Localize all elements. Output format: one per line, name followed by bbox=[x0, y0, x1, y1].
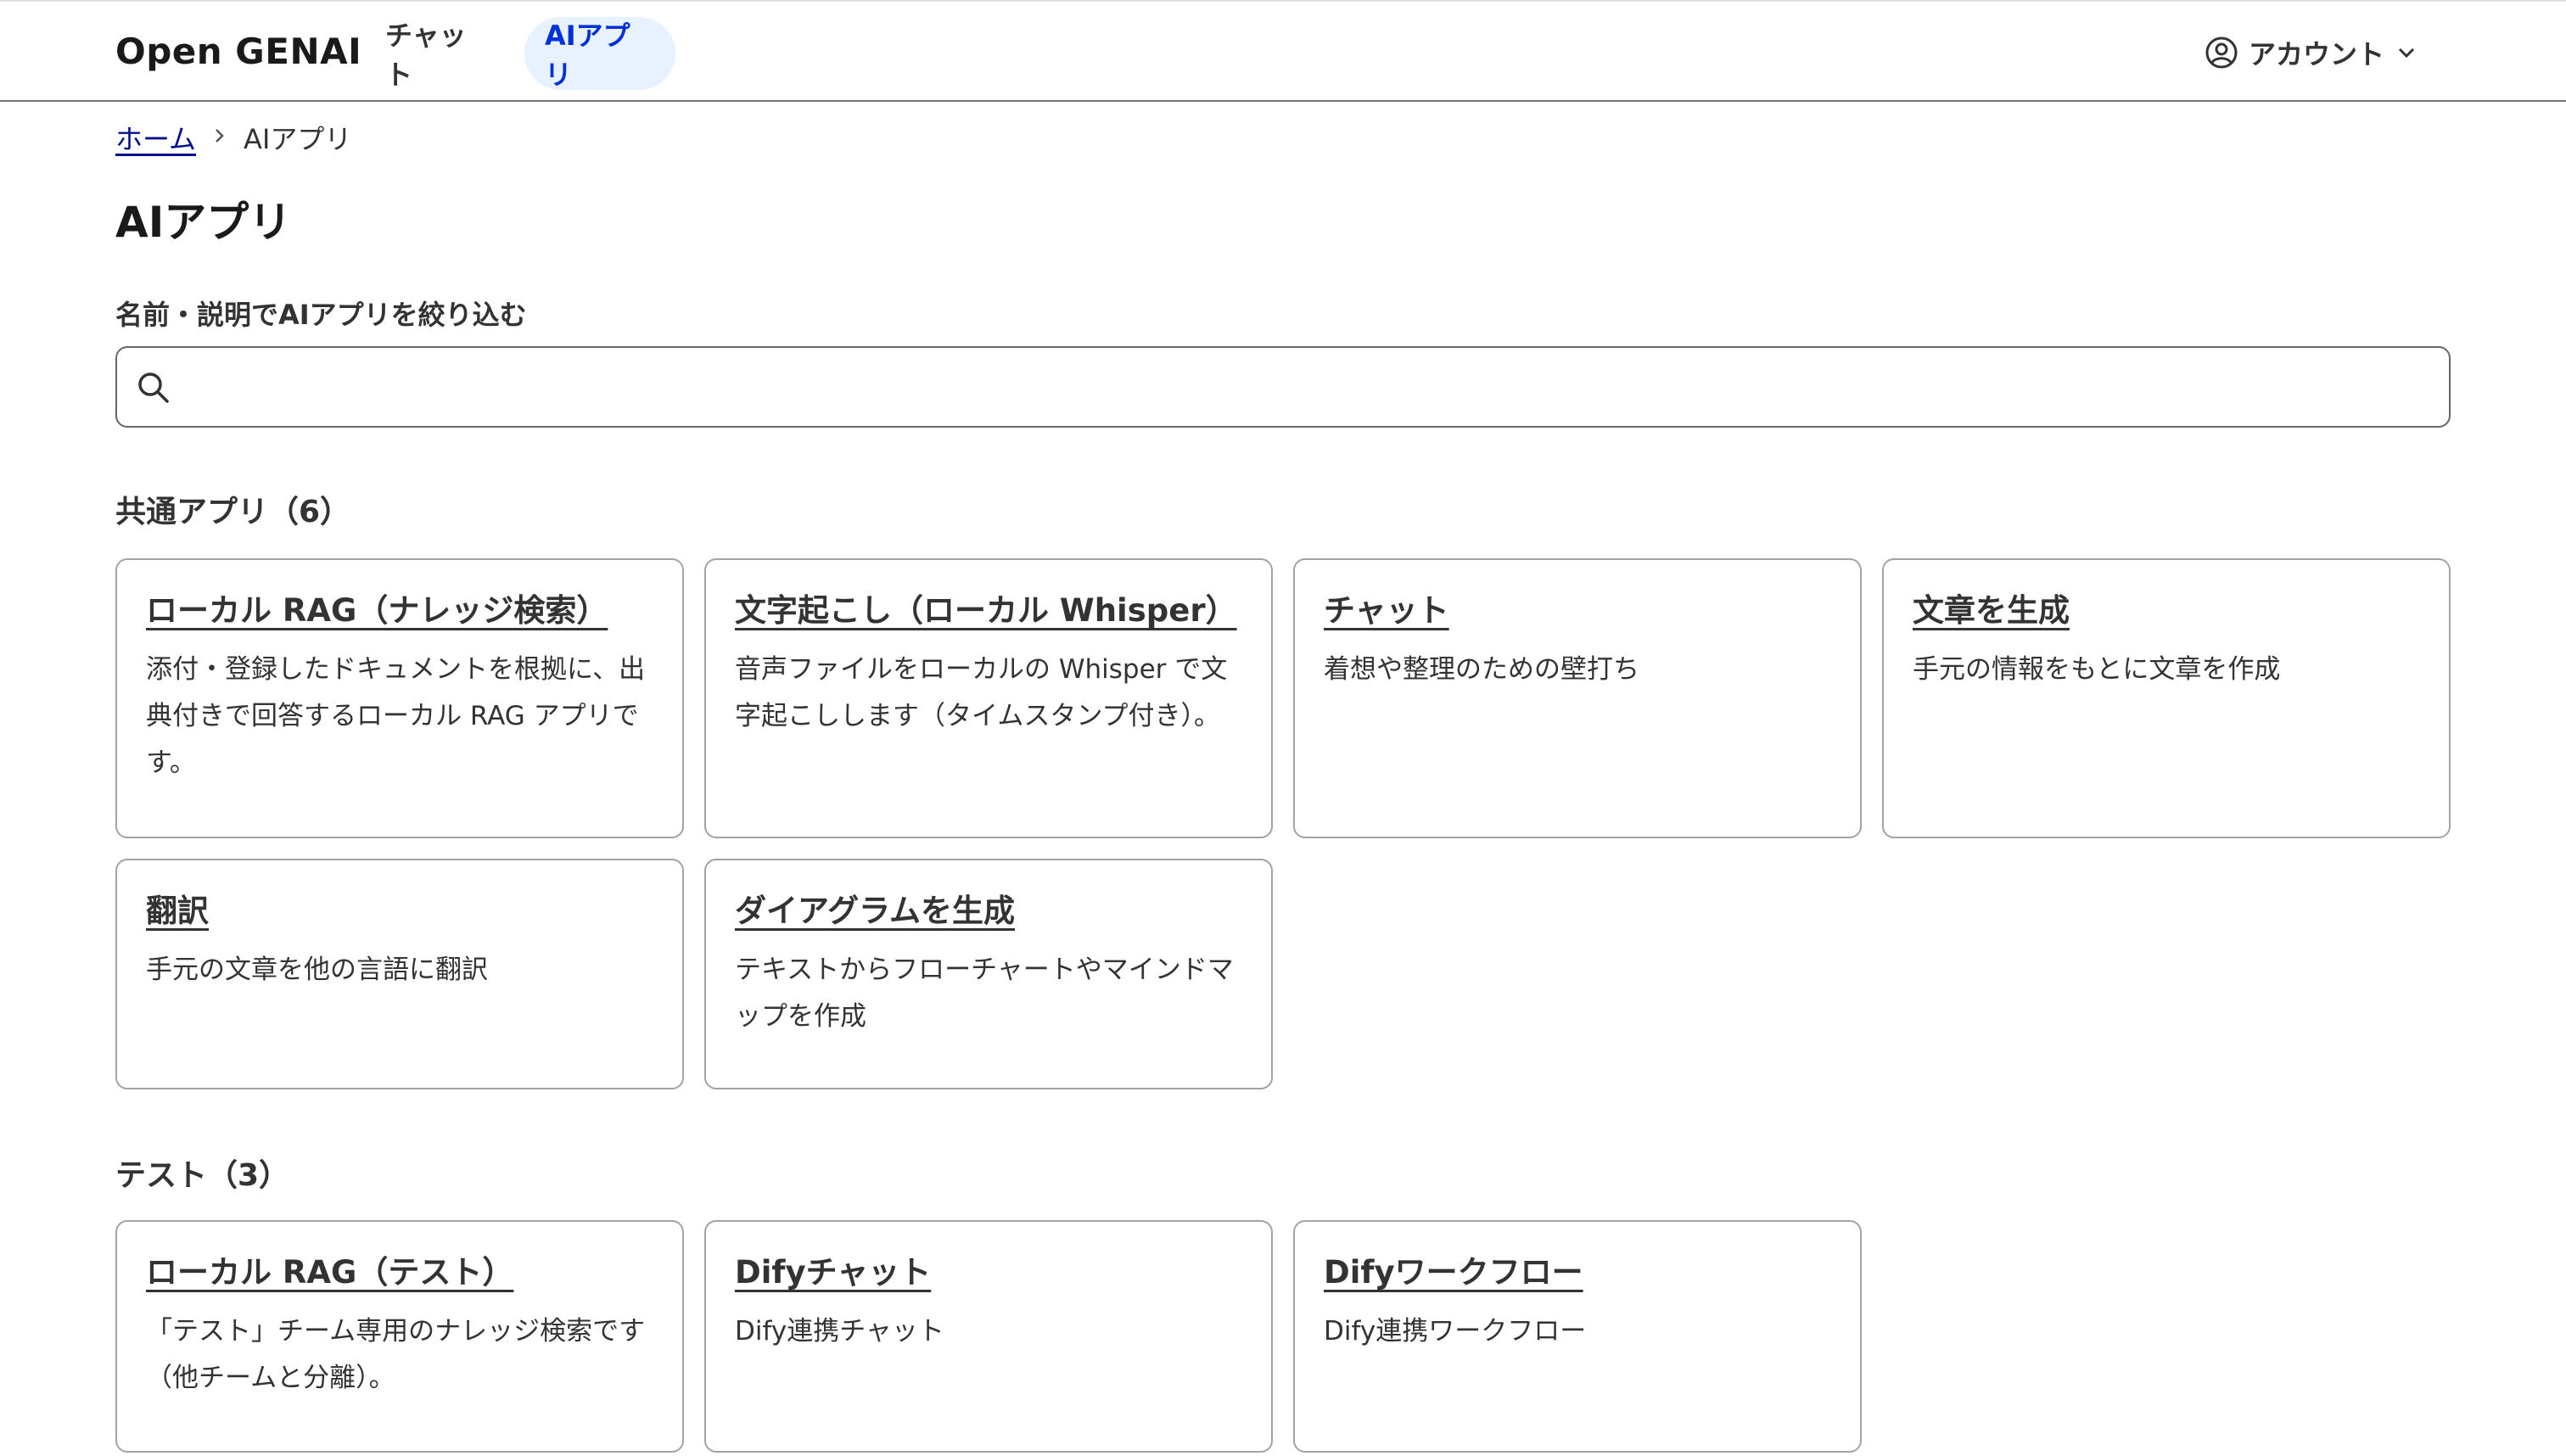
account-menu-button[interactable]: アカウント bbox=[2205, 32, 2418, 73]
app-card-local-rag[interactable]: ローカル RAG（ナレッジ検索） 添付・登録したドキュメントを根拠に、出典付きで… bbox=[115, 558, 684, 838]
chevron-right-icon bbox=[211, 124, 228, 152]
app-card-description: 音声ファイルをローカルの Whisper で文字起こしします（タイムスタンプ付き… bbox=[735, 654, 1228, 732]
app-card-description: 手元の文章を他の言語に翻訳 bbox=[146, 955, 488, 986]
app-card-description: テキストからフローチャートやマインドマップを作成 bbox=[735, 955, 1234, 1033]
nav-ai-apps[interactable]: AIアプリ bbox=[524, 17, 675, 91]
app-card-title[interactable]: 文章を生成 bbox=[1913, 591, 2070, 631]
app-logo[interactable]: Open GENAI bbox=[115, 31, 361, 72]
search-box[interactable] bbox=[115, 346, 2451, 428]
app-card-translate[interactable]: 翻訳 手元の文章を他の言語に翻訳 bbox=[115, 859, 684, 1089]
app-card-chat[interactable]: チャット 着想や整理のための壁打ち bbox=[1293, 558, 1862, 838]
app-card-title[interactable]: 翻訳 bbox=[146, 891, 209, 932]
app-card-description: Dify連携チャット bbox=[735, 1316, 944, 1347]
account-label: アカウント bbox=[2249, 38, 2385, 70]
search-icon bbox=[136, 370, 171, 409]
app-card-title[interactable]: ローカル RAG（テスト） bbox=[146, 1252, 513, 1293]
top-header: Open GENAI チャット AIアプリ アカウント bbox=[0, 0, 2566, 102]
app-card-title[interactable]: チャット bbox=[1324, 591, 1449, 631]
app-card-transcription[interactable]: 文字起こし（ローカル Whisper） 音声ファイルをローカルの Whisper… bbox=[704, 558, 1273, 838]
app-card-description: 着想や整理のための壁打ち bbox=[1324, 654, 1639, 686]
chevron-down-icon bbox=[2395, 41, 2418, 64]
search-input[interactable] bbox=[185, 356, 2425, 417]
app-card-dify-workflow[interactable]: Difyワークフロー Dify連携ワークフロー bbox=[1293, 1220, 1862, 1453]
app-card-description: 添付・登録したドキュメントを根拠に、出典付きで回答するローカル RAG アプリで… bbox=[146, 654, 646, 779]
app-card-local-rag-test[interactable]: ローカル RAG（テスト） 「テスト」チーム専用のナレッジ検索です（他チームと分… bbox=[115, 1220, 684, 1453]
breadcrumb-home-link[interactable]: ホーム bbox=[115, 118, 196, 157]
section-title-common: 共通アプリ（6） bbox=[115, 495, 351, 529]
app-card-description: 「テスト」チーム専用のナレッジ検索です（他チームと分離）。 bbox=[146, 1316, 646, 1394]
filter-label: 名前・説明でAIアプリを絞り込む bbox=[115, 299, 527, 331]
app-card-title[interactable]: Difyチャット bbox=[735, 1252, 931, 1293]
section-title-test: テスト（3） bbox=[115, 1158, 290, 1193]
app-card-title[interactable]: ダイアグラムを生成 bbox=[735, 891, 1015, 932]
app-card-title[interactable]: ローカル RAG（ナレッジ検索） bbox=[146, 591, 608, 631]
breadcrumb: ホーム AIアプリ bbox=[115, 119, 351, 156]
app-card-description: Dify連携ワークフロー bbox=[1324, 1316, 1587, 1347]
app-card-title[interactable]: Difyワークフロー bbox=[1324, 1252, 1583, 1293]
breadcrumb-current: AIアプリ bbox=[244, 123, 352, 155]
nav-chat[interactable]: チャット bbox=[365, 17, 511, 91]
app-card-description: 手元の情報をもとに文章を作成 bbox=[1913, 654, 2281, 686]
app-card-diagram[interactable]: ダイアグラムを生成 テキストからフローチャートやマインドマップを作成 bbox=[704, 859, 1273, 1089]
app-card-dify-chat[interactable]: Difyチャット Dify連携チャット bbox=[704, 1220, 1273, 1453]
app-card-title[interactable]: 文字起こし（ローカル Whisper） bbox=[735, 591, 1237, 631]
page-title: AIアプリ bbox=[115, 198, 292, 247]
app-card-generate-text[interactable]: 文章を生成 手元の情報をもとに文章を作成 bbox=[1882, 558, 2451, 838]
user-circle-icon bbox=[2205, 36, 2238, 70]
